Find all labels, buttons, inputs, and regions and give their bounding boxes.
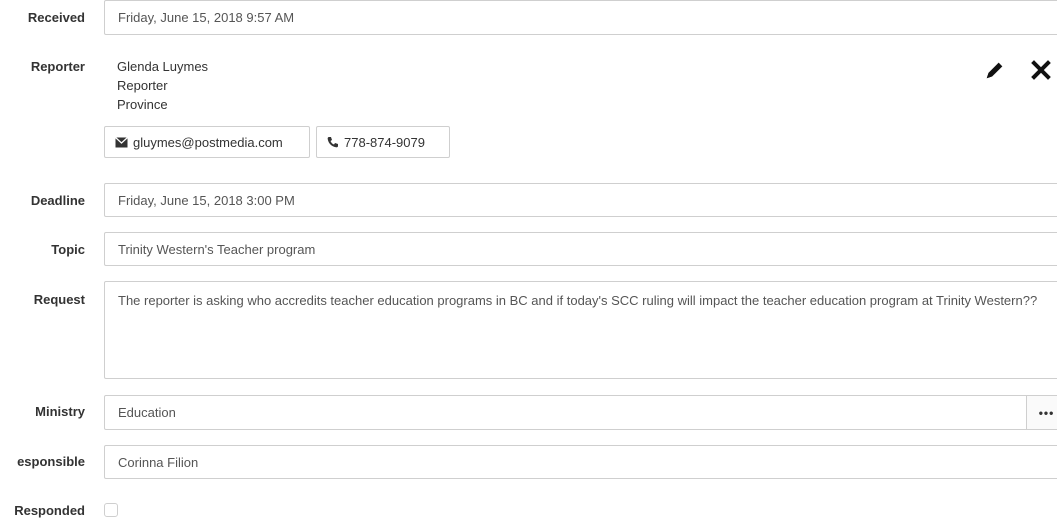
reporter-name: Glenda Luymes	[117, 59, 209, 74]
responsible-field[interactable]: Corinna Filion	[104, 445, 1057, 479]
responded-checkbox[interactable]	[104, 503, 118, 517]
ministry-label: Ministry	[35, 404, 85, 419]
topic-label: Topic	[51, 242, 85, 257]
reporter-outlet: Province	[117, 97, 168, 112]
phone-text: 778-874-9079	[344, 134, 425, 150]
ministry-more-button[interactable]: •••	[1026, 396, 1057, 429]
request-label: Request	[33, 292, 85, 307]
deadline-label: Deadline	[30, 193, 85, 208]
received-field[interactable]: Friday, June 15, 2018 9:57 AM	[104, 0, 1057, 35]
received-label: Received	[27, 10, 85, 25]
responsible-label: esponsible	[17, 454, 85, 469]
responded-label: Responded	[14, 503, 85, 518]
email-text: gluymes@postmedia.com	[133, 134, 283, 150]
ministry-field[interactable]: Education	[104, 395, 1057, 430]
phone-button[interactable]: 778-874-9079	[316, 126, 450, 158]
deadline-field[interactable]: Friday, June 15, 2018 3:00 PM	[104, 183, 1057, 217]
reporter-role: Reporter	[117, 78, 168, 93]
pencil-icon[interactable]	[983, 58, 1007, 82]
topic-field[interactable]: Trinity Western's Teacher program	[104, 232, 1057, 266]
reporter-label: Reporter	[30, 59, 85, 74]
close-icon[interactable]	[1029, 58, 1053, 82]
email-button[interactable]: gluymes@postmedia.com	[104, 126, 310, 158]
request-text: The reporter is asking who accredits tea…	[118, 293, 1038, 308]
request-textarea[interactable]: The reporter is asking who accredits tea…	[104, 281, 1057, 379]
envelope-icon	[115, 136, 128, 148]
phone-icon	[327, 136, 339, 148]
